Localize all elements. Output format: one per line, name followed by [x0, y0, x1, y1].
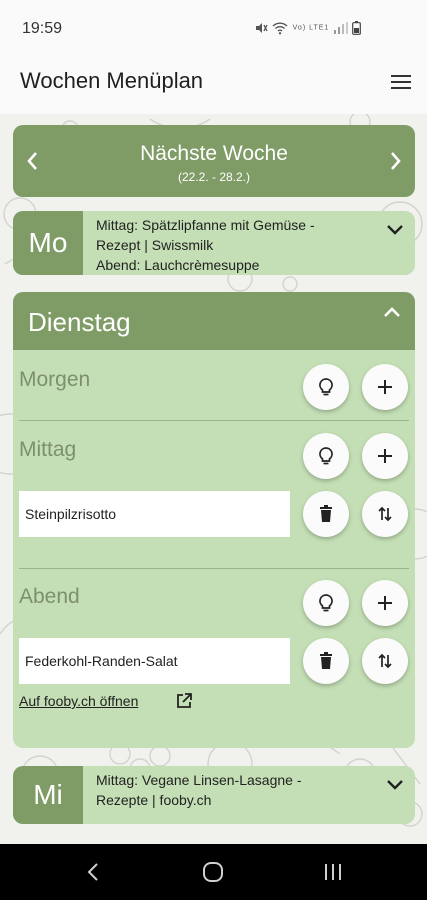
app-bar: Wochen Menüplan: [0, 58, 427, 114]
suggest-button[interactable]: [303, 364, 349, 410]
battery-icon: [352, 20, 361, 35]
external-link-icon[interactable]: [175, 692, 193, 710]
day-summary: Mittag: Vegane Linsen-Lasagne - Rezepte …: [96, 770, 379, 810]
dish-field[interactable]: Steinpilzrisotto: [19, 491, 290, 537]
meal-label-abend: Abend: [19, 585, 80, 608]
app-title: Wochen Menüplan: [20, 68, 204, 93]
delete-dish-button[interactable]: [303, 491, 349, 537]
summary-line: Mittag: Spätzlipfanne mit Gemüse -: [96, 217, 315, 233]
dish-field[interactable]: Federkohl-Randen-Salat: [19, 638, 290, 684]
swap-vertical-icon: [378, 506, 392, 522]
add-dish-button[interactable]: [362, 580, 408, 626]
volte-icon: Vo) LTE1: [292, 24, 330, 32]
day-title: Dienstag: [28, 307, 131, 337]
chevron-right-icon[interactable]: [385, 149, 405, 173]
meal-label-mittag: Mittag: [19, 438, 77, 461]
add-dish-button[interactable]: [362, 364, 408, 410]
chevron-left-icon[interactable]: [23, 149, 43, 173]
chevron-down-icon[interactable]: [383, 217, 407, 241]
trash-icon: [320, 652, 332, 669]
status-bar: 19:59 Vo) LTE1: [0, 0, 427, 58]
lightbulb-icon: [319, 447, 333, 465]
swap-vertical-icon: [378, 653, 392, 669]
status-time: 19:59: [22, 20, 63, 37]
week-date-range: (22.2. - 28.2.): [177, 170, 251, 184]
add-dish-button[interactable]: [362, 433, 408, 479]
day-header[interactable]: Dienstag: [13, 292, 415, 350]
wifi-icon: [272, 22, 288, 35]
suggest-button[interactable]: [303, 433, 349, 479]
plus-icon: [378, 380, 392, 394]
day-card-monday[interactable]: Mo Mittag: Spätzlipfanne mit Gemüse - Re…: [13, 211, 415, 275]
day-card-wednesday[interactable]: Mi Mittag: Vegane Linsen-Lasagne - Rezep…: [13, 766, 415, 824]
summary-line: Rezepte | fooby.ch: [96, 792, 212, 808]
move-dish-button[interactable]: [362, 491, 408, 537]
open-fooby-link[interactable]: Auf fooby.ch öffnen: [19, 693, 138, 709]
system-nav-bar: [0, 844, 427, 900]
summary-line: Mittag: Vegane Linsen-Lasagne -: [96, 772, 302, 788]
suggest-button[interactable]: [303, 580, 349, 626]
day-abbr: Mo: [13, 211, 83, 275]
plus-icon: [378, 449, 392, 463]
week-navigator: Nächste Woche (22.2. - 28.2.): [13, 125, 415, 197]
day-summary: Mittag: Spätzlipfanne mit Gemüse - Rezep…: [96, 215, 379, 275]
week-plan-content[interactable]: Nächste Woche (22.2. - 28.2.) Mo Mittag:…: [0, 114, 427, 844]
week-title: Nächste Woche: [140, 142, 288, 165]
hamburger-menu-icon[interactable]: [389, 70, 413, 94]
meal-label-morgen: Morgen: [19, 368, 91, 391]
chevron-down-icon[interactable]: [383, 772, 407, 796]
plus-icon: [378, 596, 392, 610]
recents-icon[interactable]: [321, 860, 345, 884]
back-icon[interactable]: [82, 860, 106, 884]
day-card-tuesday: Dienstag Morgen Mittag Steinpilzrisotto …: [13, 292, 415, 748]
divider: [19, 568, 409, 569]
mute-icon: [255, 22, 268, 33]
day-abbr: Mi: [13, 766, 83, 824]
divider: [19, 420, 409, 421]
delete-dish-button[interactable]: [303, 638, 349, 684]
lightbulb-icon: [319, 594, 333, 612]
summary-line: Abend: Lauchcrèmesuppe: [96, 257, 260, 273]
move-dish-button[interactable]: [362, 638, 408, 684]
home-icon[interactable]: [201, 860, 225, 884]
lightbulb-icon: [319, 378, 333, 396]
status-icons: Vo) LTE1: [254, 20, 361, 35]
summary-line: Rezept | Swissmilk: [96, 237, 214, 253]
trash-icon: [320, 505, 332, 522]
chevron-up-icon[interactable]: [379, 300, 405, 326]
signal-icon: [333, 21, 348, 34]
